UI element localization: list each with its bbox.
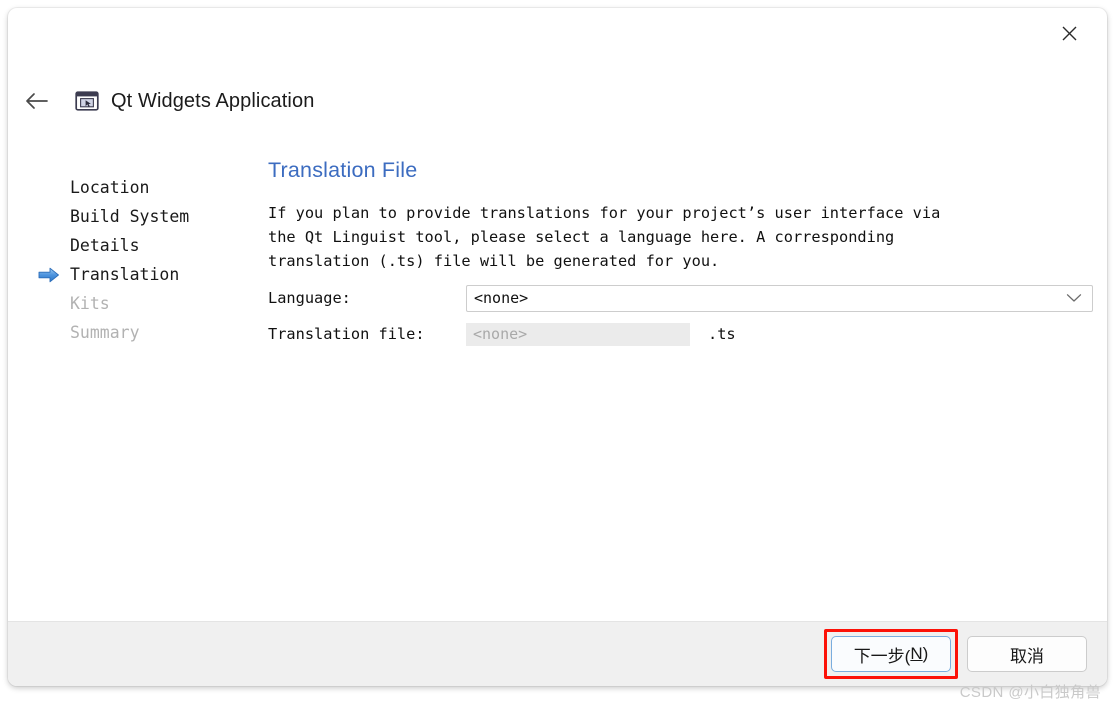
wizard-header: Qt Widgets Application [8,80,314,122]
wizard-steps: Location Build System Details Translatio… [32,173,252,347]
step-label: Translation [70,265,180,284]
arrow-left-icon [26,93,48,109]
language-value: <none> [474,289,529,307]
step-marker [38,209,60,225]
app-title: Qt Widgets Application [111,89,315,112]
back-button[interactable] [17,81,57,121]
step-label: Details [70,236,140,255]
translation-file-label: Translation file: [268,325,425,343]
cancel-button[interactable]: 取消 [967,636,1087,672]
language-label: Language: [268,289,351,307]
translation-file-value: <none> [473,325,528,343]
step-label: Build System [70,207,190,226]
language-select[interactable]: <none> [466,284,1093,312]
next-button-mnemonic: N [910,644,923,663]
next-button[interactable]: 下一步(N) [831,636,951,672]
step-translation[interactable]: Translation [32,260,252,289]
next-button-label-suffix: ) [922,644,929,663]
close-button[interactable] [1047,16,1091,50]
next-button-highlight: 下一步(N) [824,629,958,679]
step-location[interactable]: Location [32,173,252,202]
arrow-right-icon [38,267,59,282]
step-marker [38,267,60,283]
chevron-down-icon [1066,293,1082,303]
step-marker [38,296,60,312]
wizard-dialog: Qt Widgets Application Location Build Sy… [8,8,1107,686]
language-row: Language: <none> [268,283,1093,313]
step-summary[interactable]: Summary [32,318,252,347]
close-icon [1062,26,1076,40]
step-label: Summary [70,323,140,342]
window-cursor-icon [74,88,100,114]
translation-file-field: <none> [466,322,690,346]
dialog-footer: 下一步(N) 取消 [8,621,1107,686]
step-marker [38,325,60,341]
step-label: Location [70,178,150,197]
watermark: CSDN @小白独角兽 [959,684,1101,701]
step-details[interactable]: Details [32,231,252,260]
main-pane: Translation File If you plan to provide … [261,158,1093,349]
step-build-system[interactable]: Build System [32,202,252,231]
translation-file-extension: .ts [708,325,736,343]
titlebar [8,8,1107,60]
page-title: Translation File [268,158,418,182]
step-marker [38,238,60,254]
step-label: Kits [70,294,110,313]
translation-file-row: Translation file: <none> .ts [268,319,1087,349]
page-description: If you plan to provide translations for … [268,204,941,270]
footer-buttons: 下一步(N) 取消 [824,629,1087,679]
step-kits[interactable]: Kits [32,289,252,318]
next-button-label-prefix: 下一步( [853,646,911,666]
step-marker [38,180,60,196]
